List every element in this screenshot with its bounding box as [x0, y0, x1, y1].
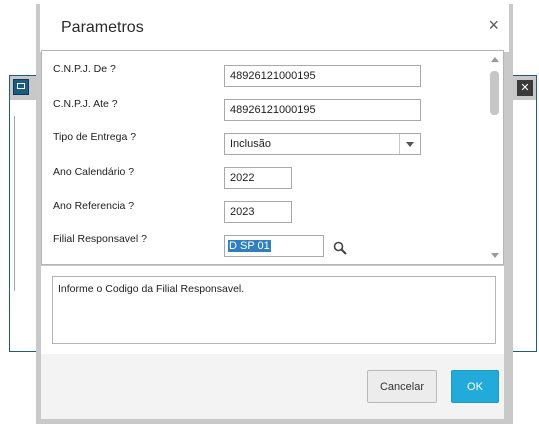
- scroll-thumb[interactable]: [490, 71, 499, 115]
- cnpj-de-input[interactable]: 48926121000195: [224, 65, 421, 87]
- window-icon: [13, 79, 29, 95]
- ano-referencia-label: Ano Referencia ?: [53, 200, 135, 212]
- filial-responsavel-value: D SP 01: [228, 240, 271, 252]
- dialog-header: Parametros ×: [40, 4, 509, 52]
- close-icon[interactable]: ×: [488, 16, 499, 34]
- dialog-footer: Cancelar OK: [41, 354, 504, 419]
- cnpj-ate-input[interactable]: 48926121000195: [224, 99, 421, 121]
- scroll-up-icon[interactable]: [491, 57, 499, 62]
- cnpj-ate-label: C.N.P.J. Ate ?: [53, 98, 118, 110]
- cancel-button[interactable]: Cancelar: [367, 370, 437, 403]
- ano-referencia-input[interactable]: 2023: [224, 201, 292, 223]
- vertical-scrollbar[interactable]: [489, 55, 500, 260]
- filial-responsavel-label: Filial Responsavel ?: [53, 233, 147, 245]
- parameters-panel: C.N.P.J. De ? 48926121000195 C.N.P.J. At…: [41, 50, 504, 265]
- tipo-entrega-label: Tipo de Entrega ?: [53, 131, 137, 143]
- help-text: Informe o Codigo da Filial Responsavel.: [52, 276, 496, 344]
- tipo-entrega-select[interactable]: Inclusão: [224, 133, 421, 155]
- background-close-icon[interactable]: ✕: [517, 80, 533, 96]
- search-icon[interactable]: [333, 241, 347, 255]
- tipo-entrega-value: Inclusão: [230, 138, 271, 150]
- cnpj-de-label: C.N.P.J. De ?: [53, 63, 116, 75]
- ok-button[interactable]: OK: [451, 370, 499, 403]
- filial-responsavel-input[interactable]: D SP 01: [224, 235, 324, 257]
- chevron-down-icon[interactable]: [399, 134, 420, 154]
- parametros-dialog: Parametros × C.N.P.J. De ? 4892612100019…: [36, 4, 513, 424]
- background-divider: [10, 116, 15, 291]
- scroll-down-icon[interactable]: [491, 253, 499, 258]
- ano-calendario-label: Ano Calendário ?: [53, 166, 135, 178]
- ano-calendario-input[interactable]: 2022: [224, 167, 292, 189]
- help-panel: Informe o Codigo da Filial Responsavel.: [41, 266, 504, 354]
- dialog-title: Parametros: [61, 19, 144, 36]
